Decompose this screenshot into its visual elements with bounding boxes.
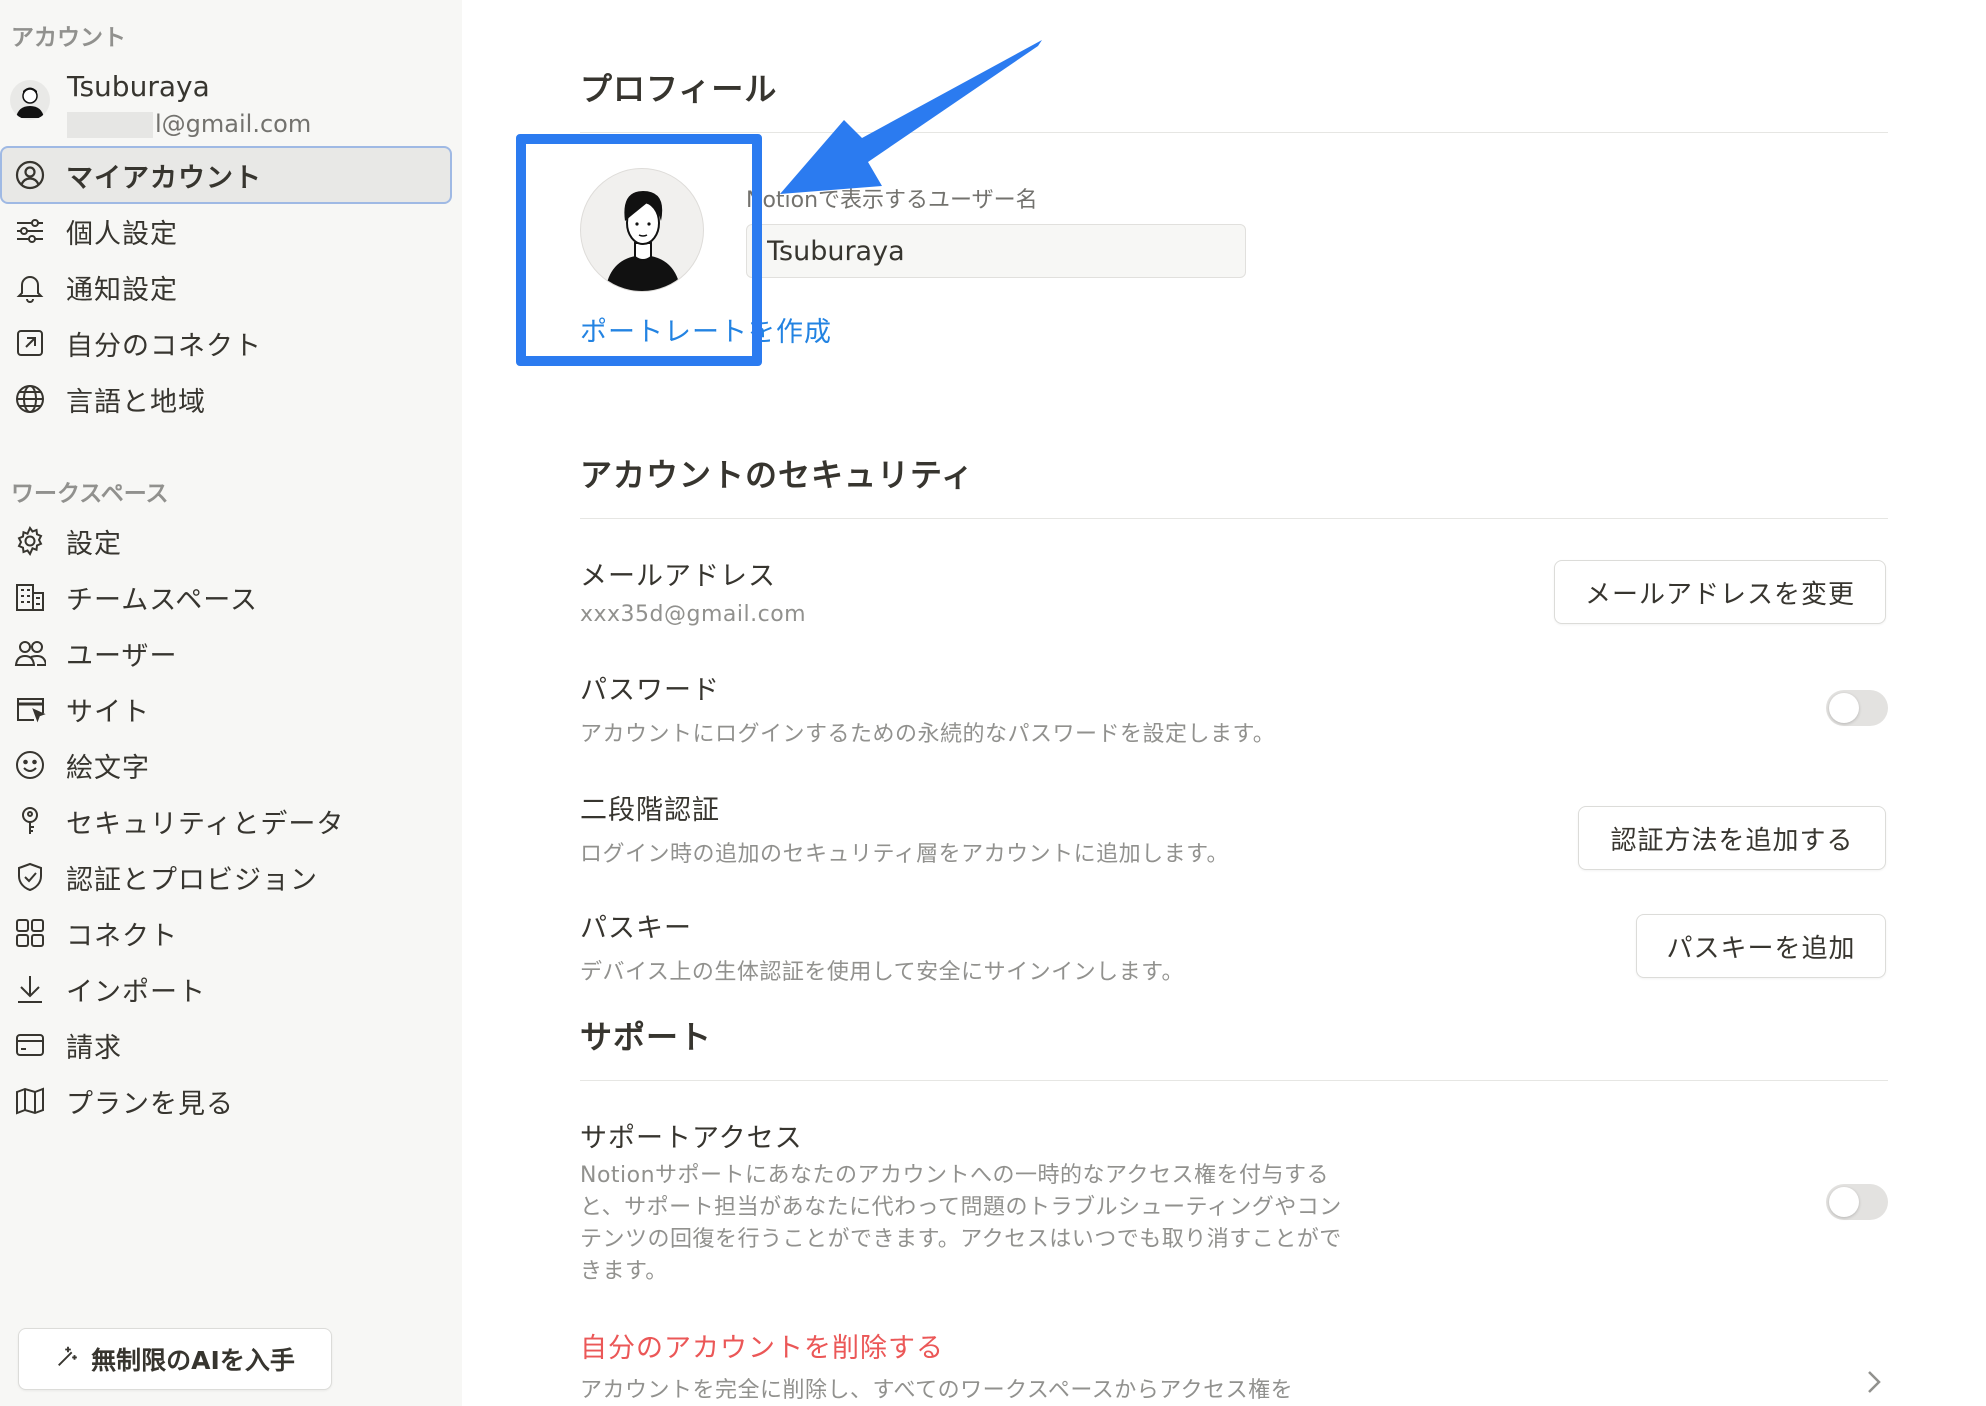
sidebar-item-label: チームスペース [66,584,258,616]
chevron-right-icon[interactable] [1862,1366,1886,1398]
credit-card-icon [14,1029,46,1061]
profile-heading: プロフィール [580,70,778,108]
sidebar-item-label: 個人設定 [66,218,178,250]
password-toggle[interactable] [1826,690,1888,726]
add-auth-method-button[interactable]: 認証方法を追加する [1578,806,1886,870]
user-block: Tsuburaya l@gmail.com [10,70,450,138]
support-heading: サポート [580,1018,713,1056]
email-title: メールアドレス [580,561,776,592]
divider [580,1080,1888,1081]
sidebar-item-label: 通知設定 [66,274,178,306]
workspace-section-label: ワークスペース [11,481,169,507]
highlight-box [516,134,762,366]
sidebar-item-plans[interactable]: プランを見る [2,1074,450,1128]
sidebar-item-my-connections[interactable]: 自分のコネクト [2,316,450,370]
user-name: Tsuburaya [67,70,210,103]
shield-check-icon [14,861,46,893]
support-access-toggle[interactable] [1826,1184,1888,1220]
passkey-description: デバイス上の生体認証を使用して安全にサインインします。 [580,960,1184,985]
divider [580,132,1888,133]
sidebar-item-my-account[interactable]: マイアカウント [2,148,450,202]
divider [580,518,1888,519]
sidebar-item-label: 言語と地域 [66,386,206,418]
account-section-label: アカウント [11,25,126,51]
sidebar-item-label: 認証とプロビジョン [66,864,318,896]
sidebar-item-label: 請求 [66,1032,122,1064]
building-icon [14,581,46,613]
key-icon [14,805,46,837]
users-icon [14,637,46,669]
sidebar-item-label: 設定 [66,528,122,560]
two-factor-description: ログイン時の追加のセキュリティ層をアカウントに追加します。 [580,842,1229,867]
gear-icon [14,525,46,557]
sidebar-item-emoji[interactable]: 絵文字 [2,738,450,792]
password-description: アカウントにログインするための永続的なパスワードを設定します。 [580,722,1276,747]
ai-sparkle-icon [55,1343,81,1375]
sidebar-item-teamspaces[interactable]: チームスペース [2,570,450,624]
sidebar-item-label: セキュリティとデータ [66,808,345,840]
download-icon [14,973,46,1005]
user-avatar [10,80,50,120]
settings-main: プロフィール ポートレートを作成 Notionで表示するユーザー名 アカウントの… [462,0,1986,1406]
grid-icon [14,917,46,949]
sliders-icon [14,215,46,247]
password-title: パスワード [580,675,720,706]
sidebar-item-settings[interactable]: 設定 [2,514,450,568]
sidebar-item-connections[interactable]: コネクト [2,906,450,960]
sidebar-item-language-region[interactable]: 言語と地域 [2,372,450,426]
security-heading: アカウントのセキュリティ [580,456,975,494]
sidebar-item-label: サイト [66,696,150,728]
get-unlimited-ai-button[interactable]: 無制限のAIを入手 [18,1328,332,1390]
smiley-icon [14,749,46,781]
sidebar: アカウント Tsuburaya l@gmail.com マイアカウント 個人設定… [0,0,462,1406]
username-input[interactable] [746,224,1246,278]
sidebar-item-label: コネクト [66,920,178,952]
bell-icon [14,271,46,303]
globe-icon [14,383,46,415]
user-email: l@gmail.com [67,110,311,138]
delete-account-link[interactable]: 自分のアカウントを削除する [580,1326,944,1365]
sidebar-item-preferences[interactable]: 個人設定 [2,204,450,258]
sidebar-item-import[interactable]: インポート [2,962,450,1016]
user-email-text: l@gmail.com [155,110,312,138]
sidebar-item-notifications[interactable]: 通知設定 [2,260,450,314]
map-icon [14,1085,46,1117]
browser-cursor-icon [14,693,46,725]
username-label: Notionで表示するユーザー名 [746,188,1038,213]
user-circle-icon [14,159,46,191]
sidebar-item-identity-provisioning[interactable]: 認証とプロビジョン [2,850,450,904]
sidebar-item-label: プランを見る [66,1088,234,1120]
sidebar-item-label: ユーザー [66,640,178,672]
change-email-button[interactable]: メールアドレスを変更 [1554,560,1886,624]
sidebar-item-security-data[interactable]: セキュリティとデータ [2,794,450,848]
support-access-title: サポートアクセス [580,1123,803,1154]
external-link-icon [14,327,46,359]
sidebar-item-billing[interactable]: 請求 [2,1018,450,1072]
ai-button-label: 無制限のAIを入手 [91,1346,295,1375]
sidebar-item-sites[interactable]: サイト [2,682,450,736]
two-factor-title: 二段階認証 [580,795,720,826]
passkey-title: パスキー [580,913,692,944]
sidebar-item-label: 自分のコネクト [66,330,262,362]
sidebar-item-label: 絵文字 [66,752,150,784]
toggle-knob [1829,693,1859,723]
sidebar-item-users[interactable]: ユーザー [2,626,450,680]
email-value: xxx35d@gmail.com [580,602,807,627]
add-passkey-button[interactable]: パスキーを追加 [1636,914,1886,978]
toggle-knob [1829,1187,1859,1217]
sidebar-item-label: インポート [66,976,206,1008]
email-mask [67,112,153,138]
support-access-description: Notionサポートにあなたのアカウントへの一時的なアクセス権を付与すると、サポ… [580,1163,1342,1284]
sidebar-item-label: マイアカウント [66,162,262,194]
delete-account-description: アカウントを完全に削除し、すべてのワークスペースからアクセス権を [580,1378,1294,1403]
